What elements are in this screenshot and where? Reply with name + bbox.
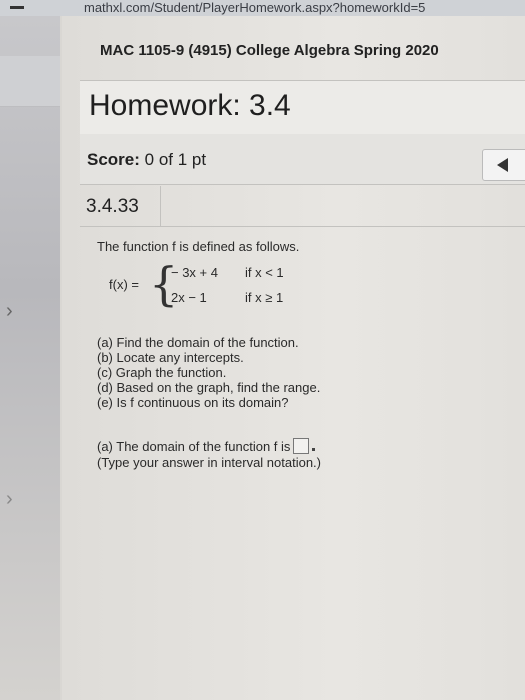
- answer-prompt: (a) The domain of the function f is: [97, 439, 291, 454]
- score-bar: Score: 0 of 1 pt: [80, 134, 525, 185]
- chevron-right-icon[interactable]: ›: [6, 488, 13, 511]
- question-intro: The function f is defined as follows.: [97, 239, 300, 254]
- list-item: (b) Locate any intercepts.: [97, 350, 244, 365]
- score-label: Score:: [87, 150, 140, 169]
- list-item: (a) Find the domain of the function.: [97, 335, 299, 350]
- question-number: 3.4.33: [86, 196, 139, 217]
- list-item: (d) Based on the graph, find the range.: [97, 380, 321, 395]
- sidebar-band: [0, 56, 60, 107]
- score-text: Score: 0 of 1 pt: [87, 150, 206, 170]
- list-item: (c) Graph the function.: [97, 365, 227, 380]
- browser-url-bar[interactable]: mathxl.com/Student/PlayerHomework.aspx?h…: [0, 0, 525, 16]
- score-value: 0 of 1 pt: [144, 150, 207, 169]
- case-1-condition: if x < 1: [245, 265, 284, 280]
- divider: [160, 226, 525, 227]
- menu-dash-icon: [10, 5, 24, 9]
- homework-page: MAC 1105-9 (4915) College Algebra Spring…: [62, 16, 525, 700]
- list-item: (e) Is f continuous on its domain?: [97, 395, 289, 410]
- answer-line: (a) The domain of the function f is: [97, 438, 321, 455]
- function-lhs: f(x) =: [109, 277, 139, 292]
- chevron-right-icon[interactable]: ›: [6, 300, 13, 323]
- question-number-box: 3.4.33: [80, 186, 161, 227]
- case-1-expression: − 3x + 4: [171, 265, 218, 280]
- back-arrow-icon: [497, 158, 508, 172]
- piecewise-function: f(x) = { − 3x + 4 if x < 1 2x − 1 if x ≥…: [109, 259, 329, 315]
- course-title: MAC 1105-9 (4915) College Algebra Spring…: [100, 42, 439, 59]
- case-2-expression: 2x − 1: [171, 290, 207, 305]
- question-parts: (a) Find the domain of the function. (b)…: [97, 335, 320, 410]
- previous-question-button[interactable]: [482, 149, 525, 181]
- homework-title: Homework: 3.4: [89, 89, 291, 122]
- left-sidebar: › ›: [0, 16, 60, 700]
- case-2-condition: if x ≥ 1: [245, 290, 284, 305]
- answer-section: (a) The domain of the function f is (Typ…: [97, 438, 321, 471]
- answer-hint: (Type your answer in interval notation.): [97, 455, 321, 470]
- period-glyph: [312, 448, 316, 451]
- url-text: mathxl.com/Student/PlayerHomework.aspx?h…: [84, 0, 426, 15]
- answer-input[interactable]: [293, 438, 310, 454]
- homework-header: Homework: 3.4: [80, 80, 525, 136]
